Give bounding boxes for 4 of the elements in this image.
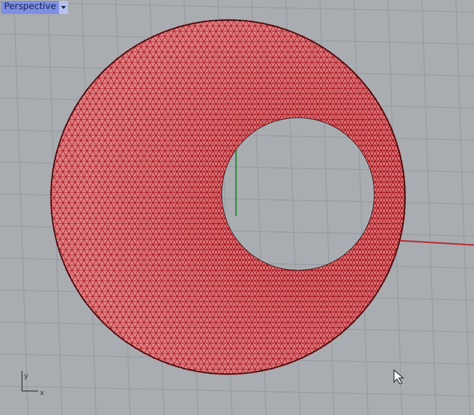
mouse-cursor-icon bbox=[394, 369, 404, 385]
caret-icon bbox=[61, 6, 66, 9]
dropdown-button[interactable] bbox=[59, 1, 68, 14]
axes-icon bbox=[22, 370, 38, 392]
